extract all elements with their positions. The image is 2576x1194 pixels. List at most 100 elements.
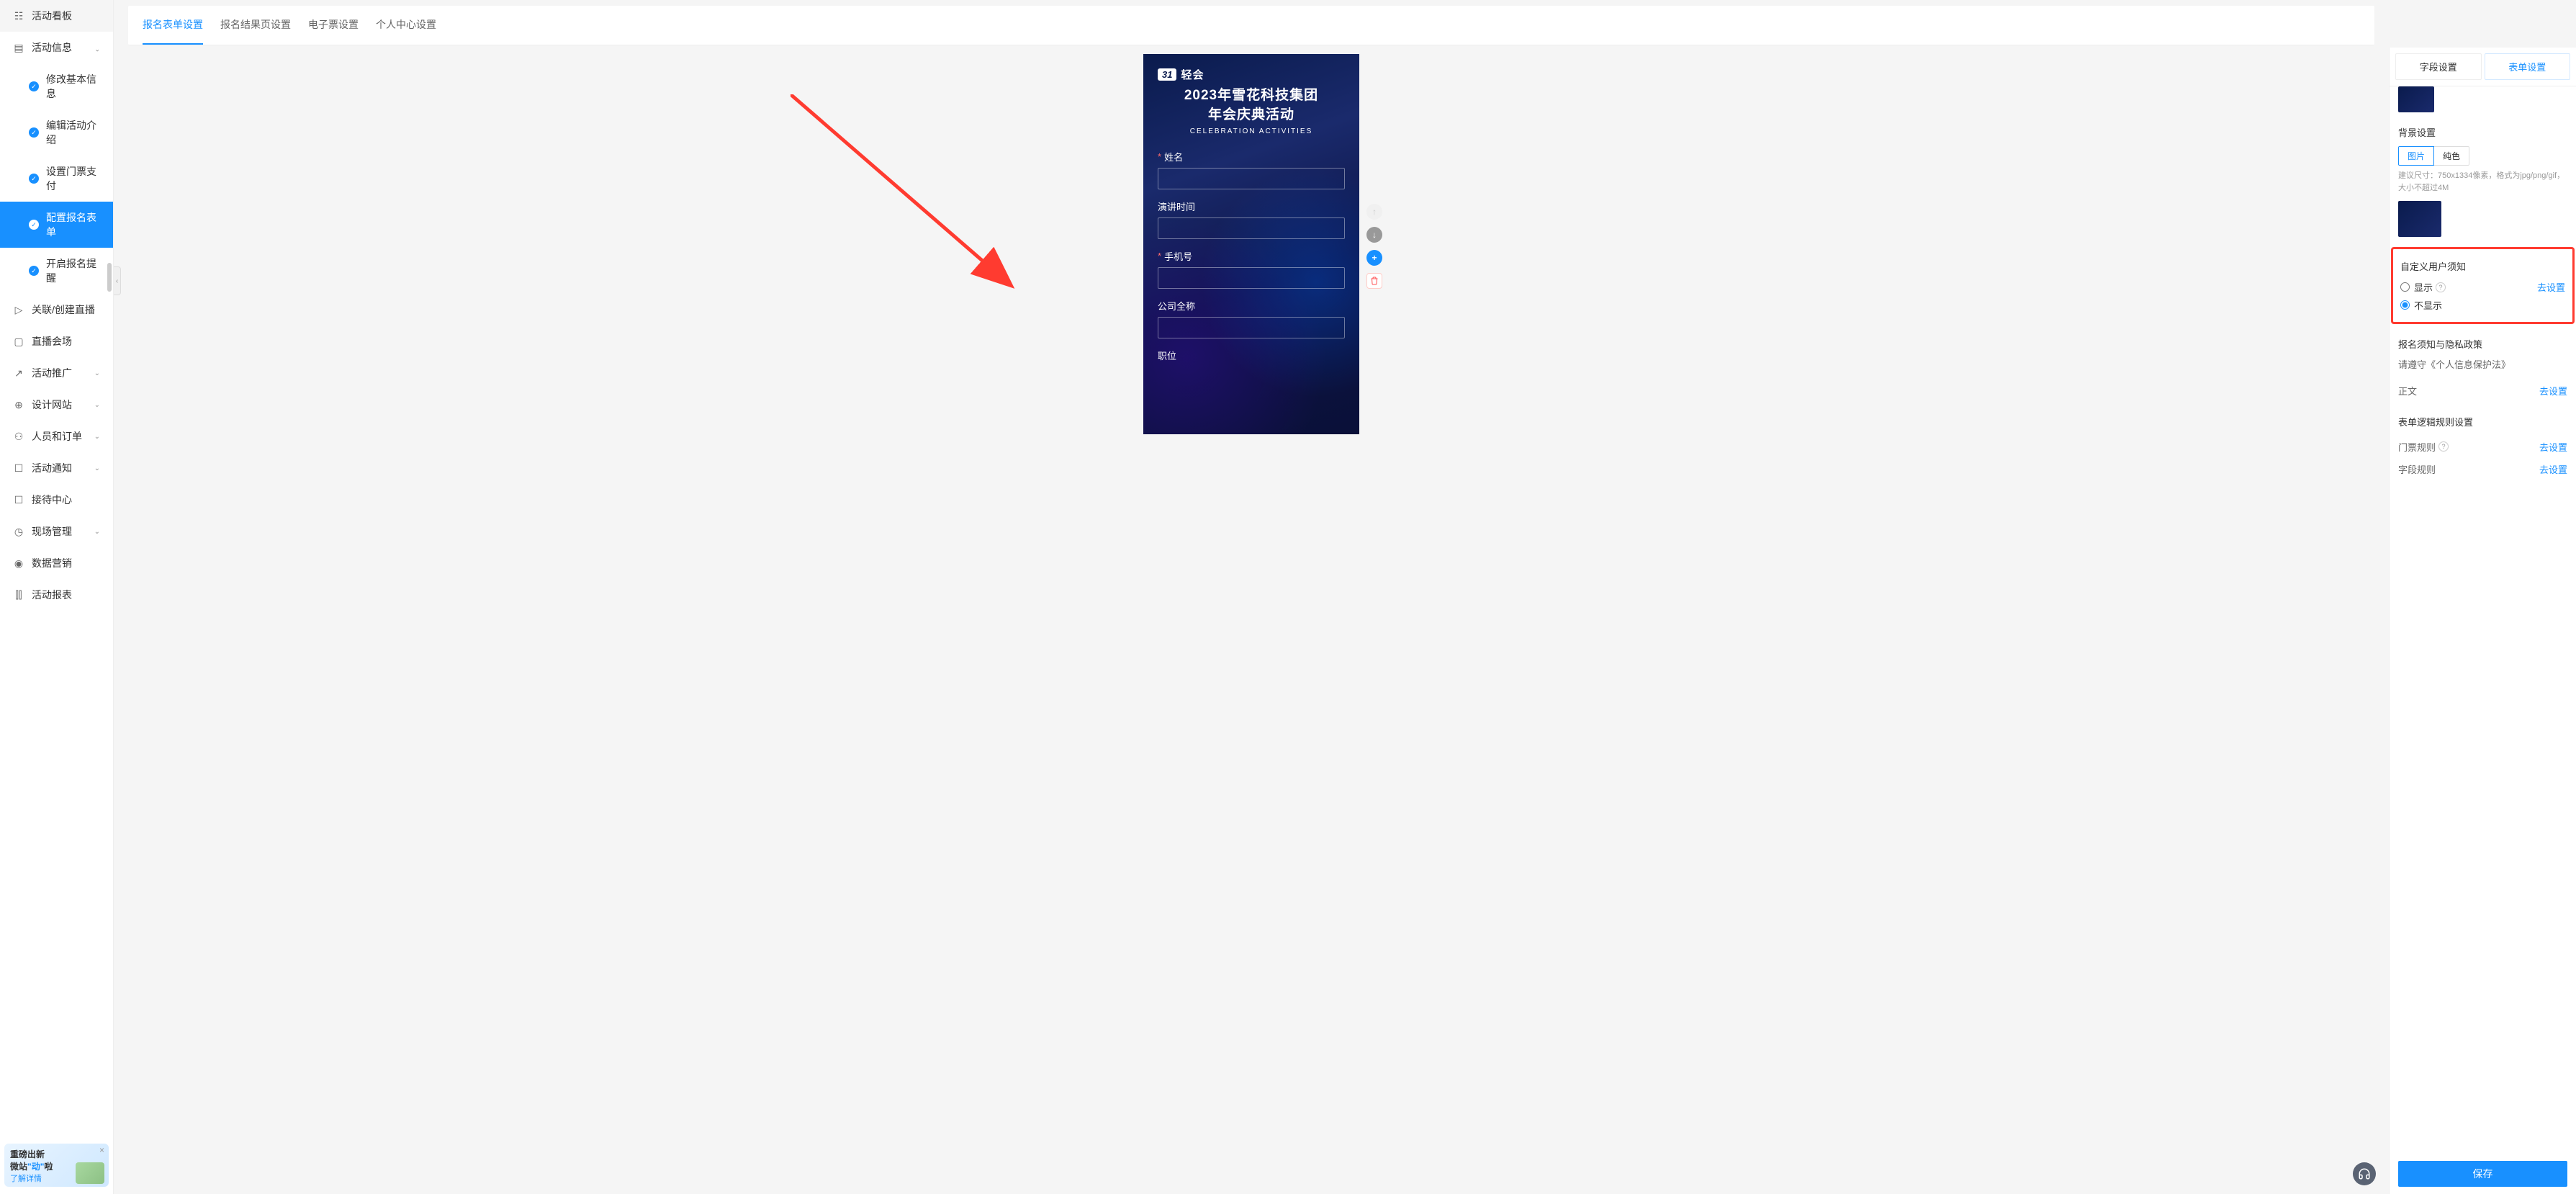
check-icon: ✓ [29, 81, 39, 91]
field-name[interactable]: *姓名 [1158, 150, 1345, 189]
field-input [1158, 217, 1345, 239]
privacy-hint: 请遵守《个人信息保护法》 [2398, 358, 2567, 372]
nav-signup-notification[interactable]: ✓ 开启报名提醒 [0, 248, 113, 294]
move-down-button[interactable]: ↓ [1366, 227, 1382, 243]
nav-activity-board[interactable]: ☷ 活动看板 [0, 0, 113, 32]
nav-live-venue[interactable]: ▢ 直播会场 [0, 326, 113, 357]
chart-icon: ⫿⫿ [13, 589, 24, 601]
chevron-down-icon: ⌄ [94, 433, 100, 441]
nav-onsite-manage[interactable]: ◷ 现场管理 ⌄ [0, 516, 113, 547]
close-icon[interactable]: × [99, 1145, 104, 1155]
sidebar-collapse-handle[interactable]: ‹ [114, 266, 121, 295]
tab-form-setting[interactable]: 报名表单设置 [143, 6, 203, 45]
go-set-link[interactable]: 去设置 [2537, 280, 2565, 294]
nav-activity-info[interactable]: ▤ 活动信息 ⌃ [0, 32, 113, 63]
chevron-down-icon: ⌄ [94, 369, 100, 377]
nav-edit-basic-info[interactable]: ✓ 修改基本信息 [0, 63, 113, 109]
highlight-user-notice: 自定义用户须知 显示 ? 去设置 不显示 [2391, 247, 2575, 324]
radio-input[interactable] [2400, 282, 2410, 292]
panel-tab-field[interactable]: 字段设置 [2395, 53, 2482, 80]
bg-option-image[interactable]: 图片 [2398, 146, 2434, 166]
nav-label: 现场管理 [32, 524, 72, 539]
radio-hide[interactable]: 不显示 [2400, 298, 2565, 312]
nav-reception[interactable]: ☐ 接待中心 [0, 484, 113, 516]
chevron-up-icon: ⌃ [94, 44, 100, 52]
nav-label: 活动报表 [32, 588, 72, 602]
nav-people-orders[interactable]: ⚇ 人员和订单 ⌄ [0, 421, 113, 452]
bg-hint: 建议尺寸：750x1334像素，格式为jpg/png/gif，大小不超过4M [2398, 170, 2567, 194]
nav-ticket-payment[interactable]: ✓ 设置门票支付 [0, 156, 113, 202]
section-privacy: 报名须知与隐私政策 请遵守《个人信息保护法》 正文 去设置 [2398, 337, 2567, 402]
nav-label: 开启报名提醒 [46, 256, 100, 285]
logo-text: 轻会 [1181, 67, 1204, 82]
support-icon[interactable] [2353, 1162, 2376, 1185]
bg-thumb[interactable] [2398, 201, 2441, 237]
nav-promotion[interactable]: ↗ 活动推广 ⌄ [0, 357, 113, 389]
header-thumb[interactable] [2398, 86, 2434, 112]
chevron-down-icon: ⌄ [94, 528, 100, 536]
check-icon: ✓ [29, 220, 39, 230]
body-label: 正文 [2398, 384, 2417, 398]
help-icon[interactable]: ? [2436, 282, 2446, 292]
globe-icon: ⊕ [13, 399, 24, 410]
preview-header: 31 轻会 2023年雪花科技集团 年会庆典活动 CELEBRATION ACT… [1143, 54, 1359, 144]
promo-image [76, 1162, 104, 1184]
field-speech-time[interactable]: 演讲时间 [1158, 199, 1345, 239]
nav-label: 活动看板 [32, 9, 72, 23]
chevron-down-icon: ⌄ [94, 401, 100, 409]
video-icon: ▷ [13, 304, 24, 315]
promo-title: 重磅出新 [10, 1148, 103, 1160]
chevron-down-icon: ⌄ [94, 464, 100, 472]
logo-badge: 31 [1158, 68, 1176, 81]
check-icon: ✓ [29, 127, 39, 138]
go-set-link[interactable]: 去设置 [2539, 462, 2567, 476]
nav-livestream[interactable]: ▷ 关联/创建直播 [0, 294, 113, 326]
radio-input[interactable] [2400, 300, 2410, 310]
tab-result-setting[interactable]: 报名结果页设置 [220, 6, 291, 45]
nav-activity-notice[interactable]: ☐ 活动通知 ⌄ [0, 452, 113, 484]
nav-edit-activity-intro[interactable]: ✓ 编辑活动介绍 [0, 109, 113, 156]
nav-label: 修改基本信息 [46, 72, 100, 101]
section-logic: 表单逻辑规则设置 门票规则 ? 去设置 字段规则 去设置 [2398, 415, 2567, 480]
help-icon[interactable]: ? [2438, 441, 2449, 452]
nav-label: 设计网站 [32, 398, 72, 412]
move-up-button[interactable]: ↑ [1366, 204, 1382, 220]
radio-show[interactable]: 显示 ? [2400, 280, 2446, 294]
go-set-link[interactable]: 去设置 [2539, 384, 2567, 398]
share-icon: ↗ [13, 367, 24, 379]
scrollbar[interactable] [107, 263, 112, 292]
panel-tab-form[interactable]: 表单设置 [2485, 53, 2571, 80]
field-company[interactable]: 公司全称 [1158, 299, 1345, 338]
dashboard-icon: ◉ [13, 557, 24, 569]
preview-title: 2023年雪花科技集团 年会庆典活动 [1158, 86, 1345, 125]
nav-label: 人员和订单 [32, 429, 82, 444]
go-set-link[interactable]: 去设置 [2539, 440, 2567, 454]
chat-icon: ☐ [13, 462, 24, 474]
section-background: 背景设置 图片 纯色 建议尺寸：750x1334像素，格式为jpg/png/gi… [2398, 125, 2567, 237]
monitor-icon: ▢ [13, 336, 24, 347]
timer-icon: ◷ [13, 526, 24, 537]
check-icon: ✓ [29, 266, 39, 276]
save-button[interactable]: 保存 [2398, 1161, 2567, 1187]
canvas: 31 轻会 2023年雪花科技集团 年会庆典活动 CELEBRATION ACT… [114, 45, 2389, 1194]
nav-signup-form[interactable]: ✓ 配置报名表单 [0, 202, 113, 248]
check-icon: ✓ [29, 174, 39, 184]
section-title: 自定义用户须知 [2400, 259, 2565, 273]
nav-design-site[interactable]: ⊕ 设计网站 ⌄ [0, 389, 113, 421]
field-input [1158, 168, 1345, 189]
bg-option-color[interactable]: 纯色 [2434, 146, 2469, 166]
nav-activity-report[interactable]: ⫿⫿ 活动报表 [0, 579, 113, 611]
tab-eticket-setting[interactable]: 电子票设置 [308, 6, 359, 45]
nav-label: 数据营销 [32, 556, 72, 570]
field-phone[interactable]: *手机号 [1158, 249, 1345, 289]
briefcase-icon: ☐ [13, 494, 24, 506]
nav-label: 设置门票支付 [46, 164, 100, 193]
nav-data-marketing[interactable]: ◉ 数据营销 [0, 547, 113, 579]
phone-preview[interactable]: 31 轻会 2023年雪花科技集团 年会庆典活动 CELEBRATION ACT… [1143, 54, 1359, 434]
delete-field-button[interactable] [1366, 273, 1382, 289]
field-position[interactable]: 职位 [1158, 349, 1345, 362]
ticket-rule-label: 门票规则 ? [2398, 440, 2449, 454]
tab-profile-setting[interactable]: 个人中心设置 [376, 6, 436, 45]
add-field-button[interactable]: + [1366, 250, 1382, 266]
preview-subtitle: CELEBRATION ACTIVITIES [1158, 127, 1345, 135]
